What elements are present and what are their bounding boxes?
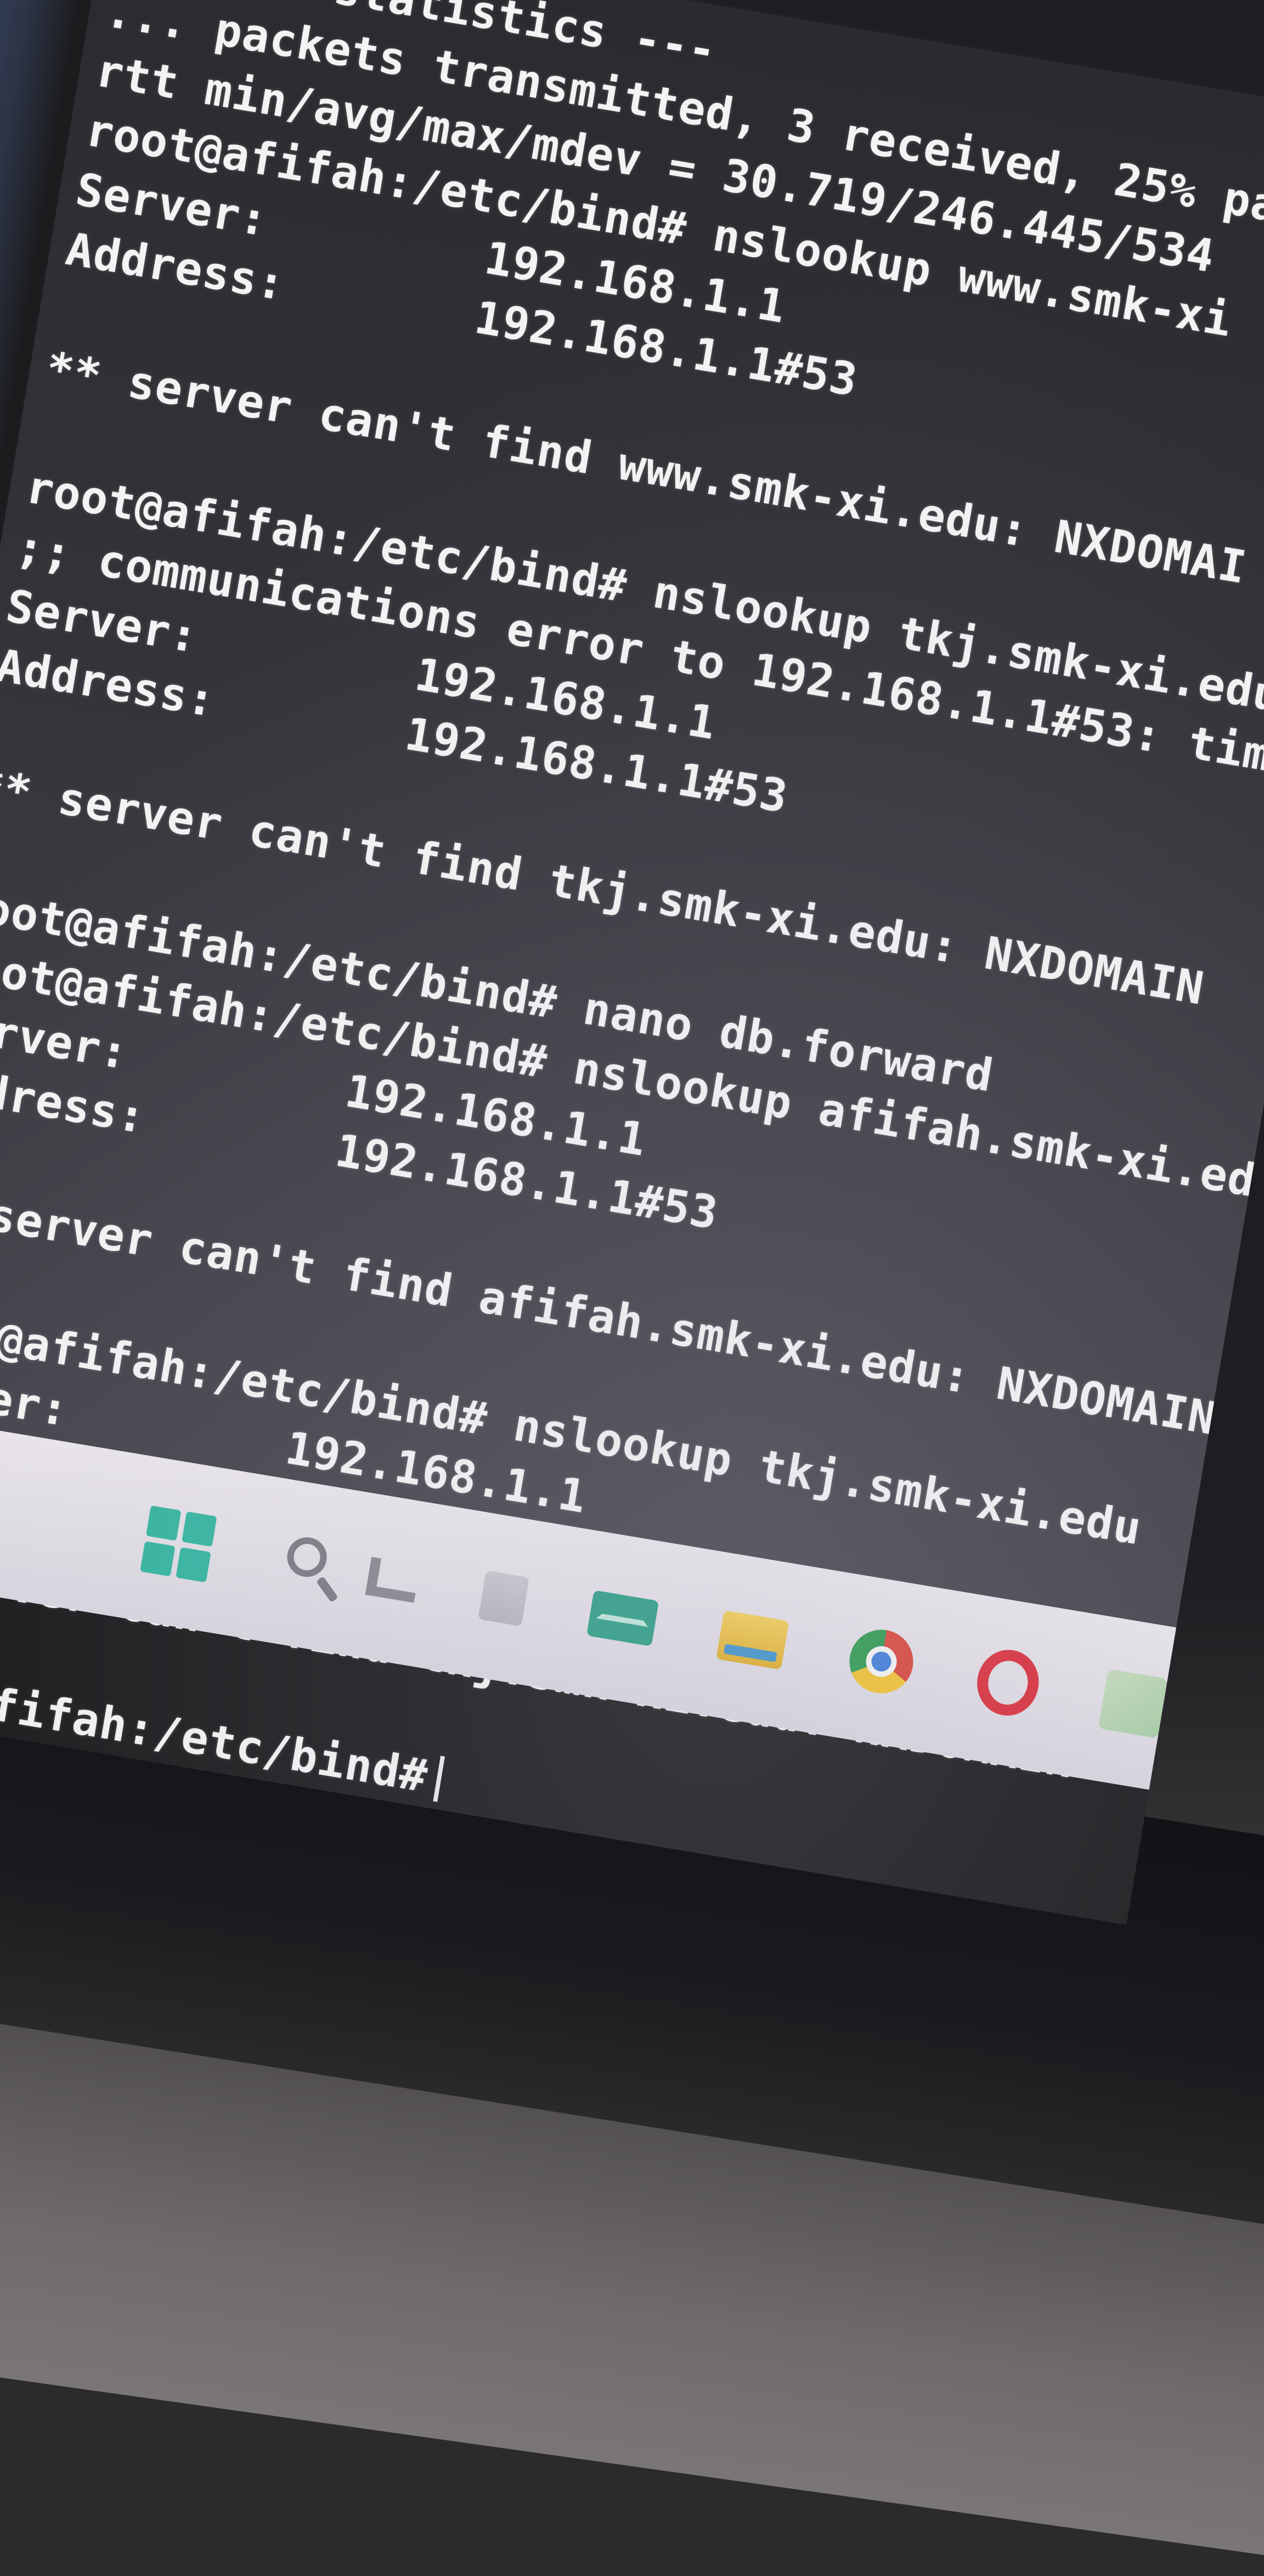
opera-icon[interactable] [972, 1643, 1044, 1723]
text-cursor [433, 1756, 445, 1802]
app-icon[interactable] [1097, 1663, 1169, 1743]
terminal-window[interactable]: --- ... statistics --- ... packets trans… [0, 0, 1264, 1803]
mail-icon[interactable] [584, 1578, 661, 1659]
file-explorer-icon[interactable] [714, 1599, 791, 1680]
monitor-screen: --- ... statistics --- ... packets trans… [0, 0, 1264, 1925]
search-icon[interactable] [270, 1525, 338, 1603]
chrome-icon[interactable] [844, 1621, 919, 1702]
widgets-icon[interactable] [476, 1560, 531, 1637]
windows-start-icon[interactable] [139, 1503, 217, 1584]
task-view-icon[interactable] [363, 1541, 423, 1619]
